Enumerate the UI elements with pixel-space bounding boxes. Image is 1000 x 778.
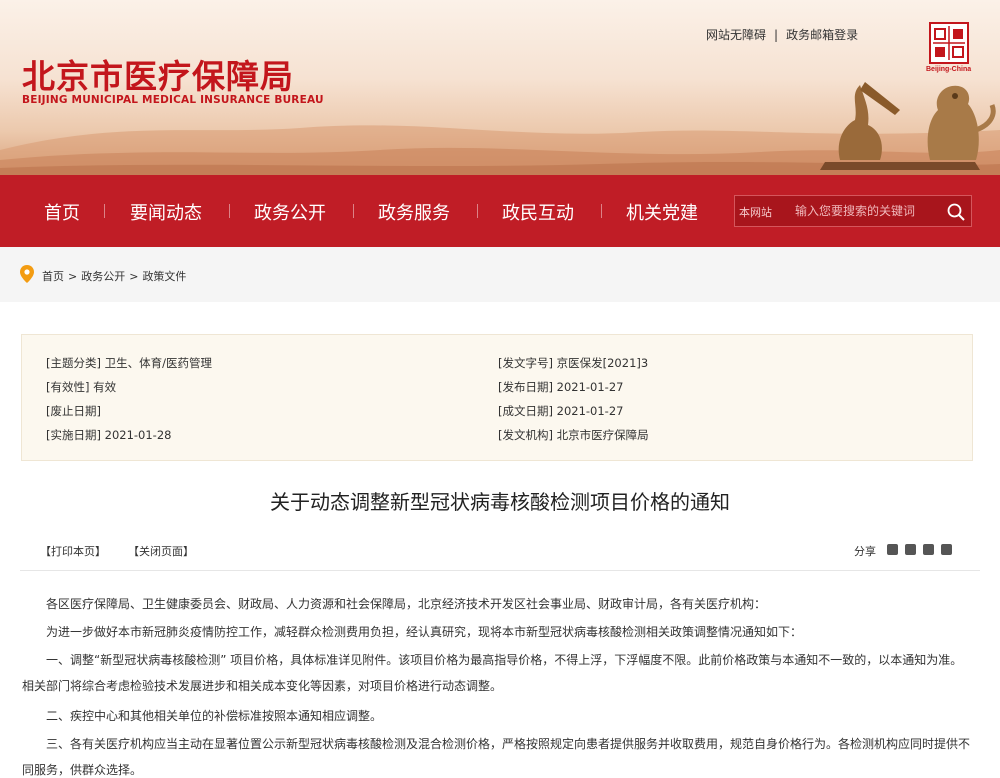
nav-item-interaction[interactable]: 政民互动 (502, 199, 574, 225)
article-paragraph: 为进一步做好本市新冠肺炎疫情防控工作，减轻群众检测费用负担，经认真研究，现将本市… (46, 625, 803, 639)
meta-doc-number: [发文字号] 京医保发[2021]3 (498, 356, 649, 370)
site-logo-cn[interactable]: 北京市医疗保障局 (22, 50, 294, 98)
top-links: 网站无障碍 | 政务邮箱登录 (706, 26, 858, 43)
qzone-share-icon[interactable] (923, 544, 934, 555)
nav-separator (229, 204, 230, 218)
top-links-separator: | (774, 28, 779, 42)
bronze-beast-sculpture (820, 82, 996, 170)
article-paragraph: 三、各有关医疗机构应当主动在显著位置公示新型冠状病毒核酸检测及混合检测价格，严格… (22, 737, 971, 777)
meta-validity: [有效性] 有效 (46, 380, 117, 394)
meta-issuer: [发文机构] 北京市医疗保障局 (498, 428, 649, 442)
nav-item-gov-service[interactable]: 政务服务 (378, 199, 450, 225)
breadcrumb: 首页 > 政务公开 > 政策文件 (42, 268, 186, 284)
nav-item-party[interactable]: 机关党建 (626, 199, 698, 225)
search-input[interactable] (795, 200, 935, 222)
capital-seal-logo[interactable] (929, 22, 969, 64)
nav-item-news[interactable]: 要闻动态 (130, 199, 202, 225)
meta-creation-date: [成文日期] 2021-01-27 (498, 404, 624, 418)
nav-separator (353, 204, 354, 218)
meta-subject: [主题分类] 卫生、体育/医药管理 (46, 356, 213, 370)
nav-item-gov-info[interactable]: 政务公开 (254, 199, 326, 225)
article-divider (20, 570, 980, 571)
location-pin-icon (20, 265, 34, 283)
seal-mark-icon (933, 26, 965, 60)
nav-separator (104, 204, 105, 218)
article-paragraph: 二、疾控中心和其他相关单位的补偿标准按照本通知相应调整。 (46, 709, 383, 723)
meta-repeal-date: [废止日期] (46, 404, 101, 418)
breadcrumb-home[interactable]: 首页 (42, 270, 64, 283)
breadcrumb-bar: 首页 > 政务公开 > 政策文件 (0, 247, 1000, 302)
nav-item-home[interactable]: 首页 (44, 199, 80, 225)
wechat-share-icon[interactable] (905, 544, 916, 555)
close-page-link[interactable]: 【关闭页面】 (128, 543, 194, 559)
renren-share-icon[interactable] (941, 544, 952, 555)
nav-separator (477, 204, 478, 218)
breadcrumb-gov-info[interactable]: 政务公开 (81, 270, 125, 283)
search-scope[interactable]: 本网站 (739, 204, 772, 220)
article-tools: 【打印本页】 【关闭页面】 分享 (34, 543, 964, 559)
meta-publish-date: [发布日期] 2021-01-27 (498, 380, 624, 394)
mail-login-link[interactable]: 政务邮箱登录 (786, 28, 858, 42)
share-label: 分享 (854, 545, 876, 558)
accessibility-link[interactable]: 网站无障碍 (706, 28, 766, 42)
article-paragraph: 各区医疗保障局、卫生健康委员会、财政局、人力资源和社会保障局，北京经济技术开发区… (46, 597, 767, 611)
article-paragraph: 一、调整“新型冠状病毒核酸检测” 项目价格，具体标准详见附件。该项目价格为最高指… (22, 653, 963, 693)
weibo-share-icon[interactable] (887, 544, 898, 555)
breadcrumb-separator: > (68, 270, 78, 283)
search-icon[interactable] (945, 201, 967, 223)
article-title: 关于动态调整新型冠状病毒核酸检测项目价格的通知 (270, 490, 730, 514)
document-meta-box: [主题分类] 卫生、体育/医药管理 [有效性] 有效 [废止日期] [实施日期]… (21, 334, 973, 461)
header-banner: 北京市医疗保障局 BEIJING MUNICIPAL MEDICAL INSUR… (0, 0, 1000, 175)
site-logo-en: BEIJING MUNICIPAL MEDICAL INSURANCE BURE… (22, 94, 324, 106)
print-page-link[interactable]: 【打印本页】 (40, 543, 106, 559)
breadcrumb-policy-docs[interactable]: 政策文件 (142, 270, 186, 283)
breadcrumb-separator: > (129, 270, 139, 283)
nav-separator (601, 204, 602, 218)
site-search: 本网站 (734, 195, 972, 227)
meta-effective-date: [实施日期] 2021-01-28 (46, 428, 172, 442)
